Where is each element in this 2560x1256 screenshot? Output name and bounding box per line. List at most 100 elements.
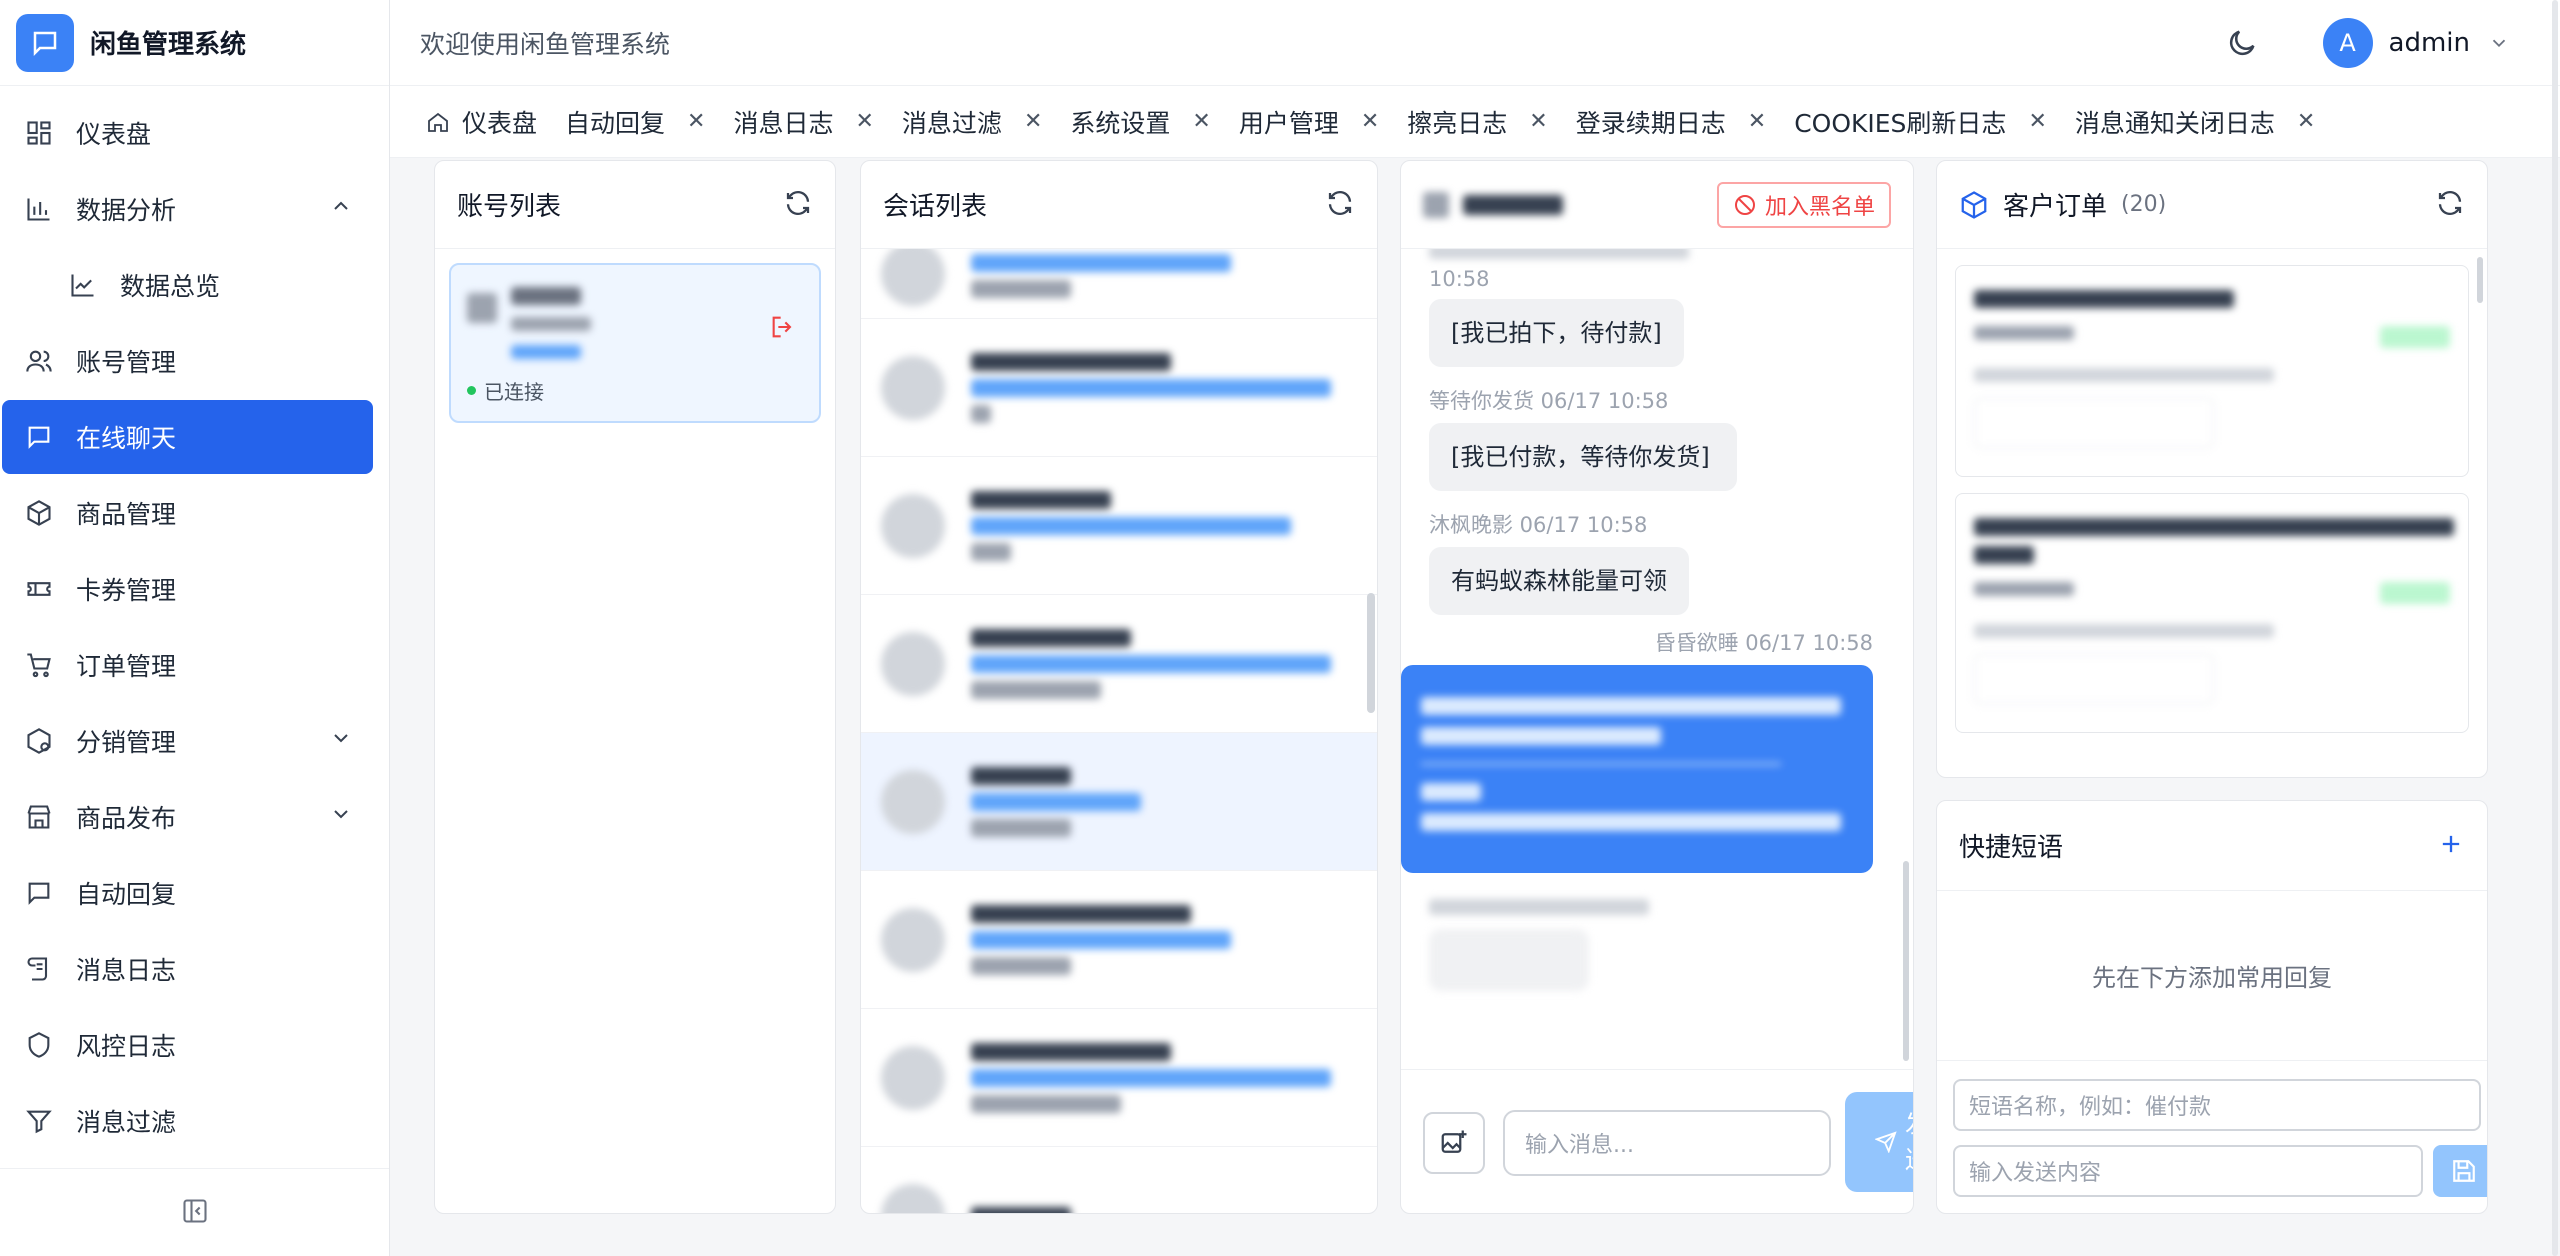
refresh-icon[interactable]: [783, 188, 813, 222]
sidebar-item-distribution[interactable]: 分销管理: [2, 704, 373, 778]
blacklist-button[interactable]: 加入黑名单: [1716, 181, 1891, 228]
logout-icon[interactable]: [769, 313, 797, 345]
avatar: [881, 631, 945, 696]
phrases-empty-text: 先在下方添加常用回复: [1937, 891, 2487, 1061]
close-icon[interactable]: ✕: [1361, 109, 1379, 134]
conversation-item[interactable]: [861, 319, 1377, 457]
scroll-icon: [24, 954, 54, 984]
page-scrollbar[interactable]: [2552, 0, 2558, 1256]
tab-users[interactable]: 用户管理 ✕: [1239, 104, 1379, 140]
sidebar-item-publish[interactable]: 商品发布: [2, 780, 373, 854]
sidebar-item-label: 在线聊天: [76, 424, 177, 453]
status-text: 已连接: [484, 380, 544, 404]
tab-label: 擦亮日志: [1407, 108, 1508, 138]
sidebar-item-label: 分销管理: [76, 728, 177, 757]
connection-status: 已连接: [467, 376, 544, 405]
conversation-item-active[interactable]: [861, 733, 1377, 871]
sidebar-item-risk-log[interactable]: 风控日志: [2, 1008, 373, 1082]
close-icon[interactable]: ✕: [687, 109, 705, 134]
sidebar-item-products[interactable]: 商品管理: [2, 476, 373, 550]
box-icon: [1961, 190, 1987, 219]
sidebar-item-dashboard[interactable]: 仪表盘: [2, 96, 373, 170]
chevron-down-icon[interactable]: [2488, 32, 2510, 54]
close-icon[interactable]: ✕: [1192, 109, 1210, 134]
conversation-item[interactable]: [861, 457, 1377, 595]
scrollbar[interactable]: [1903, 861, 1909, 1061]
tab-label: 消息日志: [733, 108, 834, 138]
moon-icon: [2229, 30, 2255, 56]
message-bubble: 有蚂蚁森林能量可领: [1429, 547, 1689, 615]
order-card[interactable]: [1955, 265, 2469, 477]
send-button[interactable]: 发送: [1845, 1092, 1913, 1192]
close-icon[interactable]: ✕: [1529, 109, 1547, 134]
sidebar-item-coupons[interactable]: 卡券管理: [2, 552, 373, 626]
tab-message-filter[interactable]: 消息过滤 ✕: [902, 104, 1042, 140]
sidebar-item-message-filter[interactable]: 消息过滤: [2, 1084, 373, 1158]
close-icon[interactable]: ✕: [1748, 109, 1766, 134]
tab-label: 登录续期日志: [1575, 108, 1726, 138]
conversation-item[interactable]: [861, 1009, 1377, 1147]
chat-logo-icon: [16, 13, 74, 72]
message-bubble: [我已付款，等待你发货]: [1429, 423, 1737, 491]
tab-cookies-refresh-log[interactable]: COOKIES刷新日志 ✕: [1794, 104, 2047, 140]
sidebar-collapse-button[interactable]: [0, 1168, 389, 1256]
order-detail-button[interactable]: [1974, 654, 2214, 704]
distribution-icon: [24, 726, 54, 756]
order-card[interactable]: [1955, 493, 2469, 733]
tab-dashboard[interactable]: 仪表盘: [426, 104, 537, 140]
message-bubble: [我已拍下，待付款]: [1429, 299, 1684, 367]
scrollbar[interactable]: [2477, 257, 2483, 303]
tab-settings[interactable]: 系统设置 ✕: [1070, 104, 1210, 140]
refresh-icon[interactable]: [1325, 188, 1355, 222]
close-icon[interactable]: ✕: [2297, 109, 2315, 134]
sidebar-item-accounts[interactable]: 账号管理: [2, 324, 373, 398]
sidebar-item-label: 商品管理: [76, 500, 177, 529]
message-area: 10:58 [我已拍下，待付款] 等待你发货 06/17 10:58 [我已付款…: [1401, 249, 1913, 1069]
conversations-panel-header: 会话列表: [861, 161, 1377, 249]
phrase-content-input[interactable]: 输入发送内容: [1953, 1145, 2423, 1197]
my-message-redacted: [1401, 665, 1873, 863]
message-input[interactable]: 输入消息...: [1503, 1110, 1831, 1176]
tab-auto-reply[interactable]: 自动回复 ✕: [565, 104, 705, 140]
conversation-item[interactable]: [861, 871, 1377, 1009]
phrase-name-input[interactable]: 短语名称，例如：催付款: [1953, 1079, 2481, 1131]
user-name[interactable]: admin: [2389, 28, 2470, 58]
dark-mode-toggle[interactable]: [2225, 26, 2259, 60]
close-icon[interactable]: ✕: [1024, 109, 1042, 134]
chat-composer: 输入消息... 发送: [1401, 1069, 1913, 1213]
top-header: 欢迎使用闲鱼管理系统 A admin: [390, 0, 2560, 86]
conversation-item[interactable]: [861, 595, 1377, 733]
chat-icon: [24, 422, 54, 452]
sidebar-item-overview[interactable]: 数据总览: [2, 248, 373, 322]
sidebar-item-label: 商品发布: [76, 804, 177, 833]
image-upload-button[interactable]: [1423, 1112, 1485, 1174]
sidebar-item-analytics[interactable]: 数据分析: [2, 172, 373, 246]
tab-polish-log[interactable]: 擦亮日志 ✕: [1407, 104, 1547, 140]
tab-message-log[interactable]: 消息日志 ✕: [733, 104, 873, 140]
account-avatar-icon: [467, 293, 497, 323]
chart-icon: [24, 194, 54, 224]
conversation-item[interactable]: [861, 249, 1377, 319]
close-icon[interactable]: ✕: [855, 109, 873, 134]
refresh-icon[interactable]: [2435, 188, 2465, 222]
tab-notify-close-log[interactable]: 消息通知关闭日志 ✕: [2075, 104, 2315, 140]
tab-login-renew-log[interactable]: 登录续期日志 ✕: [1576, 104, 1766, 140]
save-phrase-button[interactable]: [2433, 1145, 2487, 1197]
sidebar-item-orders[interactable]: 订单管理: [2, 628, 373, 702]
account-card[interactable]: 已连接: [449, 263, 821, 423]
order-detail-button[interactable]: [1974, 398, 2214, 448]
send-label: 发送: [1905, 1106, 1913, 1178]
scrollbar[interactable]: [1367, 593, 1375, 713]
sidebar-item-online-chat[interactable]: 在线聊天: [2, 400, 373, 474]
add-phrase-button[interactable]: [2437, 830, 2465, 862]
avatar[interactable]: A: [2322, 18, 2373, 68]
close-icon[interactable]: ✕: [2028, 109, 2046, 134]
sidebar-item-label: 数据分析: [76, 196, 177, 225]
send-icon: [1875, 1131, 1897, 1153]
message-meta: 沐枫晚影 06/17 10:58: [1429, 513, 1648, 537]
my-message-meta: 昏昏欲睡 06/17 10:58: [1654, 631, 1873, 655]
sidebar-item-auto-reply[interactable]: 自动回复: [2, 856, 373, 930]
avatar: [881, 1183, 945, 1213]
sidebar-item-message-log[interactable]: 消息日志: [2, 932, 373, 1006]
conversation-item[interactable]: [861, 1147, 1377, 1213]
